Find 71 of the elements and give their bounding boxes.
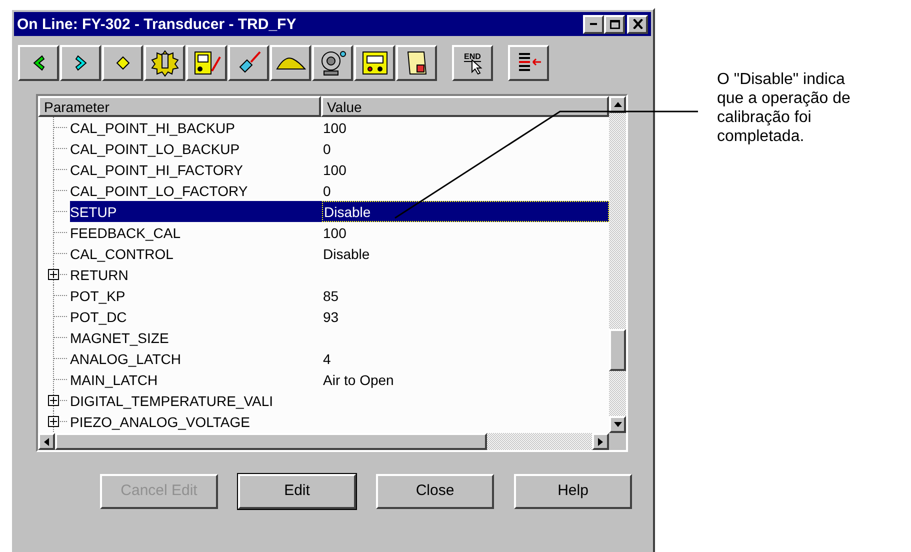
value-cell-text: 4 <box>322 350 332 368</box>
parameter-name[interactable]: DIGITAL_TEMPERATURE_VALI <box>70 390 274 411</box>
value-cell-text: Air to Open <box>322 370 395 390</box>
left-triangle-icon <box>44 438 49 446</box>
parameter-name[interactable]: MAGNET_SIZE <box>70 327 169 348</box>
right-triangle-icon <box>598 438 603 446</box>
scroll-right-button[interactable] <box>592 433 609 450</box>
parameter-name[interactable]: POT_DC <box>70 306 127 327</box>
toolbar-button[interactable] <box>60 45 101 81</box>
toolbar-button[interactable] <box>354 45 395 81</box>
parameter-name[interactable]: SETUP <box>70 201 322 222</box>
scroll-thumb[interactable] <box>55 433 487 450</box>
value-cell-text: 85 <box>322 286 340 306</box>
close-icon <box>632 19 642 29</box>
toolbar-button[interactable] <box>270 45 311 81</box>
expand-icon[interactable] <box>48 395 59 406</box>
parameter-name[interactable]: POT_KP <box>70 285 126 306</box>
toolbar-button[interactable] <box>102 45 143 81</box>
scroll-left-button[interactable] <box>38 433 55 450</box>
meter-icon <box>192 49 222 77</box>
dialog-button[interactable]: Edit <box>238 474 356 509</box>
close-button[interactable] <box>627 14 648 34</box>
vertical-scrollbar[interactable] <box>609 96 626 433</box>
toolbar-button[interactable] <box>396 45 437 81</box>
toolbar-button[interactable] <box>18 45 59 81</box>
expand-icon[interactable] <box>48 416 59 427</box>
minimize-icon <box>590 23 597 25</box>
parameter-name[interactable]: PIEZO_ANALOG_VOLTAGE <box>70 411 250 432</box>
toolbar-button[interactable] <box>312 45 353 81</box>
toolbar-button[interactable] <box>186 45 227 81</box>
parameter-name[interactable]: RETURN <box>70 264 128 285</box>
maximize-icon <box>610 20 620 28</box>
toolbar-button[interactable] <box>144 45 185 81</box>
value-cell-text: 93 <box>322 308 340 326</box>
parameter-name[interactable]: CAL_POINT_LO_FACTORY <box>70 180 248 201</box>
toolbar-button[interactable]: END <box>452 45 493 81</box>
scroll-down-button[interactable] <box>609 416 626 433</box>
up-triangle-icon <box>614 102 622 107</box>
value-cell-text: Disable <box>322 244 371 264</box>
parameter-name[interactable]: FEEDBACK_CAL <box>70 222 180 243</box>
column-header[interactable]: Value <box>321 96 609 117</box>
value-cell-text: 0 <box>322 140 332 158</box>
diamond-icon <box>114 54 132 72</box>
scroll-thumb[interactable] <box>609 329 626 371</box>
expand-icon[interactable] <box>48 269 59 280</box>
value-cell-text: 0 <box>322 182 332 200</box>
value-cell-text: 100 <box>322 118 348 138</box>
parameter-name[interactable]: CAL_POINT_LO_BACKUP <box>70 138 240 159</box>
maximize-button[interactable] <box>604 14 625 34</box>
down-triangle-icon <box>614 422 622 427</box>
parameter-name[interactable]: CAL_CONTROL <box>70 243 174 264</box>
gear-icon <box>150 49 178 77</box>
horizontal-scrollbar[interactable] <box>38 433 609 450</box>
parameter-name[interactable]: ANALOG_LATCH <box>70 348 181 369</box>
toolbar-button[interactable] <box>508 45 549 81</box>
parameter-name[interactable]: CAL_POINT_HI_FACTORY <box>70 159 243 180</box>
value-cell-text: 100 <box>322 160 348 180</box>
parameter-name[interactable]: MAIN_LATCH <box>70 369 158 390</box>
dialog-button[interactable]: Close <box>376 474 494 509</box>
toolbar-button[interactable] <box>228 45 269 81</box>
dialog-button[interactable]: Help <box>514 474 632 509</box>
annotation-text: O "Disable" indica que a operação de calibração foi completada. <box>717 70 850 146</box>
value-cell-text: 100 <box>322 224 348 242</box>
value-cell: Disable <box>322 201 609 222</box>
column-header[interactable]: Parameter <box>38 96 321 117</box>
parameter-name[interactable]: CAL_POINT_HI_BACKUP <box>70 117 235 138</box>
window-title: On Line: FY-302 - Transducer - TRD_FY <box>17 16 296 32</box>
device-icon <box>360 49 390 77</box>
cursor-icon <box>470 59 482 75</box>
scrollbar-corner <box>609 433 626 450</box>
minimize-button[interactable] <box>583 14 604 34</box>
